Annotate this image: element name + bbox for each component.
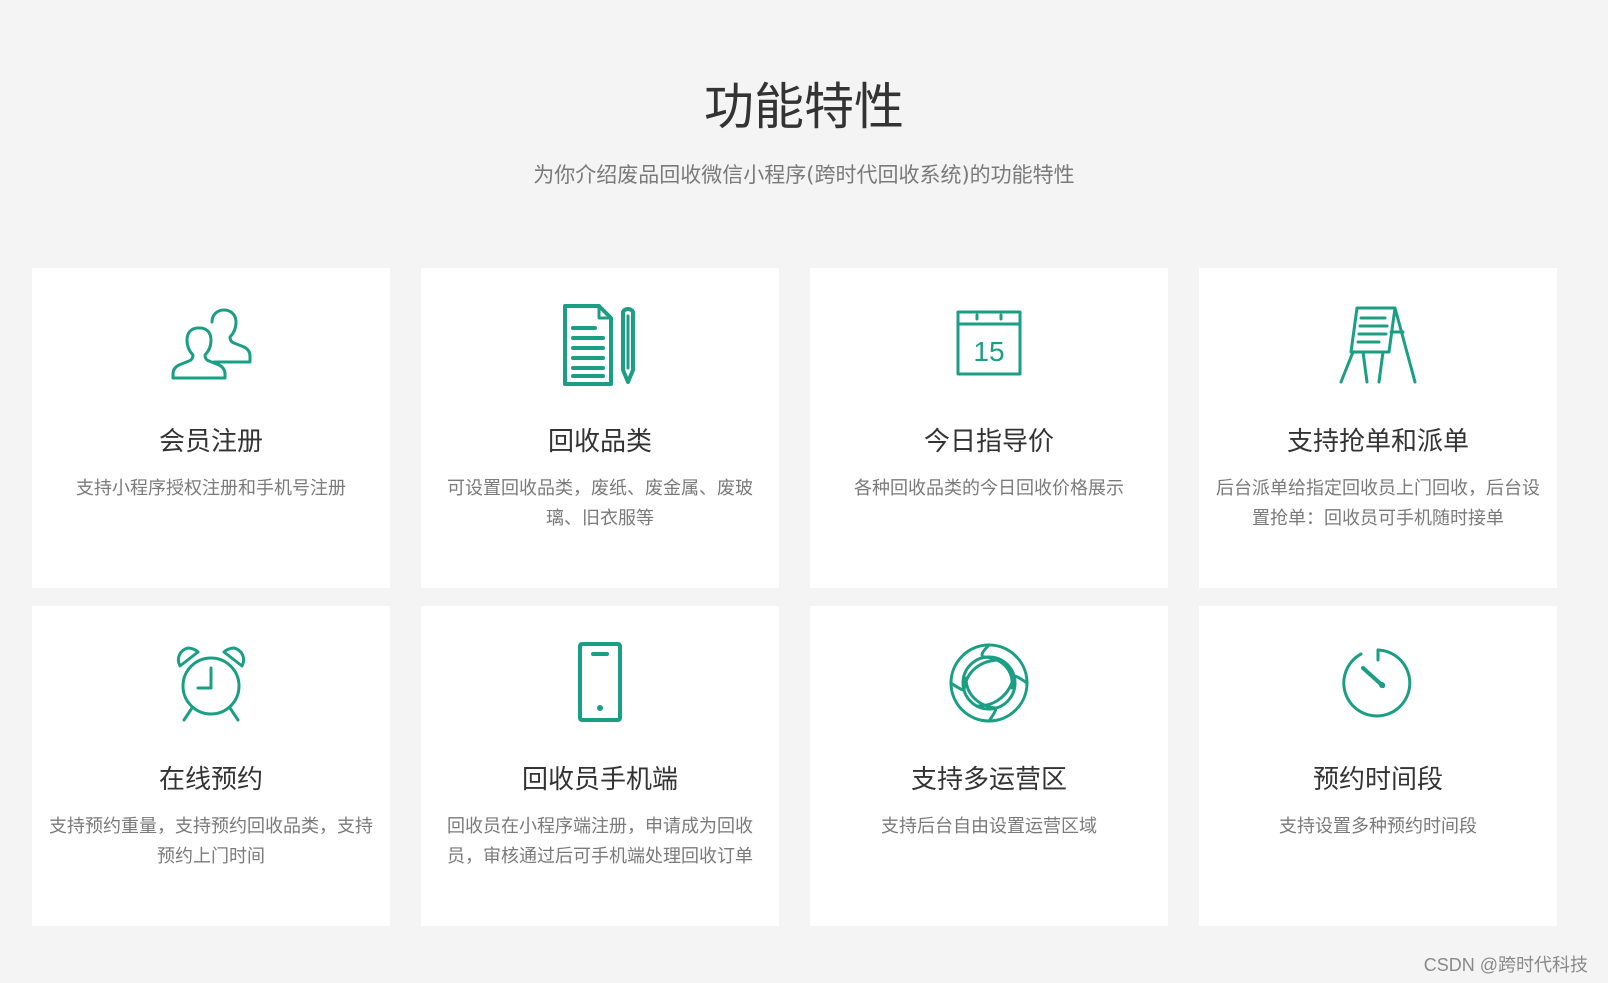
feature-card-member-register: 会员注册 支持小程序授权注册和手机号注册 [32, 268, 390, 588]
feature-title: 在线预约 [158, 765, 263, 795]
feature-desc: 支持小程序授权注册和手机号注册 [76, 478, 346, 499]
feature-title: 预约时间段 [1312, 765, 1443, 795]
feature-card-collector-mobile: 回收员手机端 回收员在小程序端注册，申请成为回收员，审核通过后可手机端处理回收订… [421, 606, 779, 926]
feature-card-online-booking: 在线预约 支持预约重量，支持预约回收品类，支持预约上门时间 [32, 606, 390, 926]
feature-title: 回收品类 [547, 427, 652, 457]
feature-title: 会员注册 [158, 427, 263, 457]
feature-title: 今日指导价 [923, 427, 1054, 457]
alarm-clock-icon [32, 640, 390, 726]
page-title: 功能特性 [704, 78, 904, 136]
feature-desc: 支持设置多种预约时间段 [1279, 816, 1477, 837]
aperture-icon [810, 640, 1168, 726]
feature-card-multi-region: 支持多运营区 支持后台自由设置运营区域 [810, 606, 1168, 926]
feature-desc: 可设置回收品类，废纸、废金属、废玻璃、旧衣服等 [447, 478, 753, 529]
calendar-icon: 15 [810, 302, 1168, 388]
feature-card-daily-price: 15 今日指导价 各种回收品类的今日回收价格展示 [810, 268, 1168, 588]
feature-desc: 回收员在小程序端注册，申请成为回收员，审核通过后可手机端处理回收订单 [447, 816, 753, 867]
users-icon [32, 302, 390, 388]
page-subtitle: 为你介绍废品回收微信小程序(跨时代回收系统)的功能特性 [533, 163, 1075, 187]
feature-desc: 支持后台自由设置运营区域 [881, 816, 1097, 837]
feature-title: 支持多运营区 [910, 765, 1067, 795]
feature-card-order-dispatch: 支持抢单和派单 后台派单给指定回收员上门回收，后台设置抢单：回收员可手机随时接单 [1199, 268, 1557, 588]
feature-card-time-slots: 预约时间段 支持设置多种预约时间段 [1199, 606, 1557, 926]
feature-card-recycle-category: 回收品类 可设置回收品类，废纸、废金属、废玻璃、旧衣服等 [421, 268, 779, 588]
feature-desc: 各种回收品类的今日回收价格展示 [854, 478, 1124, 499]
mobile-phone-icon [421, 640, 779, 726]
feature-desc: 后台派单给指定回收员上门回收，后台设置抢单：回收员可手机随时接单 [1216, 478, 1540, 529]
watermark: CSDN @跨时代科技 [1423, 955, 1588, 975]
timer-icon [1199, 640, 1557, 726]
document-pencil-icon [421, 302, 779, 388]
calendar-day-number: 15 [973, 336, 1004, 367]
feature-title: 支持抢单和派单 [1286, 427, 1469, 457]
feature-desc: 支持预约重量，支持预约回收品类，支持预约上门时间 [49, 816, 373, 867]
feature-title: 回收员手机端 [521, 765, 678, 795]
easel-board-icon [1199, 302, 1557, 388]
